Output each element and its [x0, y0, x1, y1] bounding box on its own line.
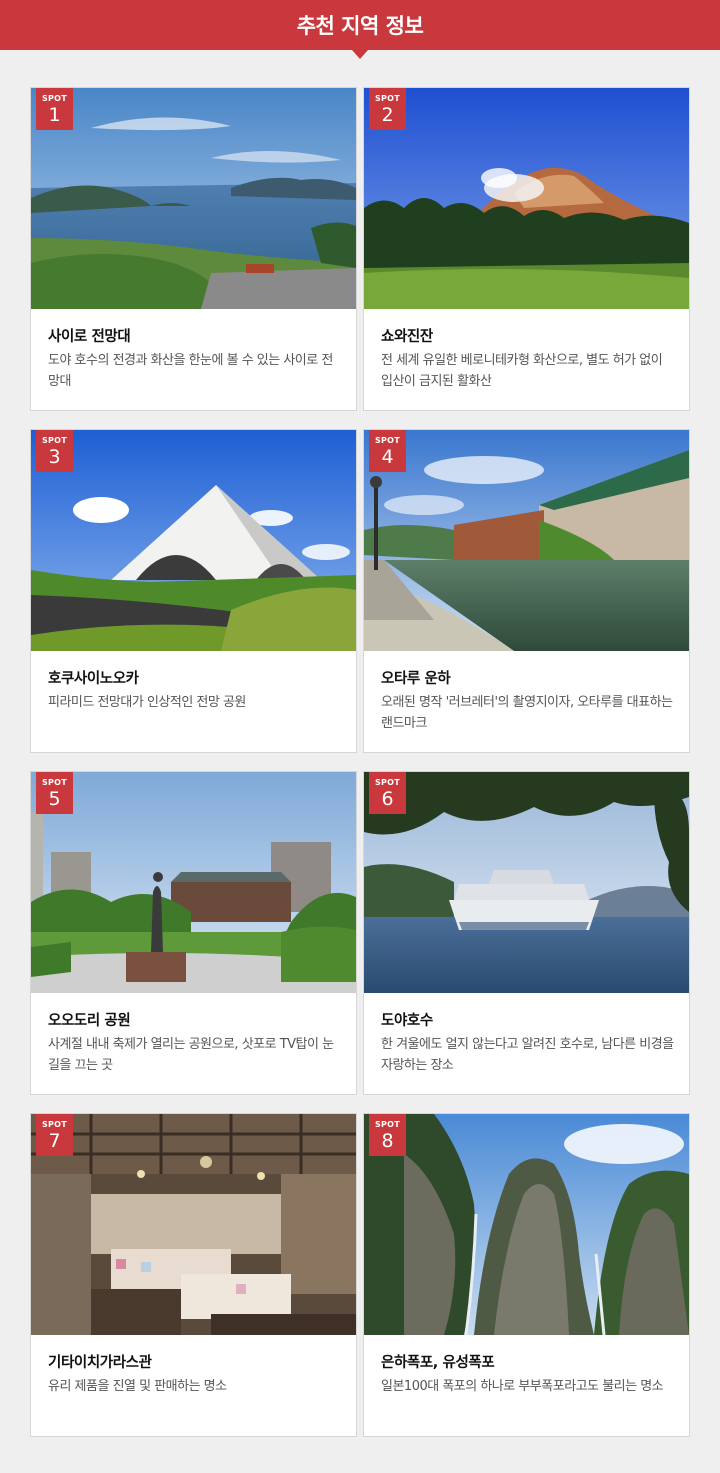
spot-title: 오오도리 공원	[48, 1013, 131, 1029]
spot-badge: SPOT 2	[369, 88, 406, 130]
spot-description: 오래된 명작 '러브레터'의 촬영지이자, 오타루를 대표하는 랜드마크	[381, 695, 673, 731]
spot-badge: SPOT 4	[369, 430, 406, 472]
spot-description: 도야 호수의 전경과 화산을 한눈에 볼 수 있는 사이로 전망대	[48, 353, 333, 389]
spot-title: 도야호수	[381, 1013, 433, 1029]
spot-badge-number: 1	[48, 104, 61, 126]
spot-description: 한 겨울에도 얼지 않는다고 알려진 호수로, 남다른 비경을 자랑하는 장소	[381, 1037, 674, 1073]
spot-badge: SPOT 3	[36, 430, 73, 472]
spot-title: 오타루 운하	[381, 671, 451, 687]
spot-badge: SPOT 5	[36, 772, 73, 814]
spot-badge-label: SPOT	[374, 778, 401, 787]
spot-badge-number: 6	[381, 788, 394, 810]
spot-card-6[interactable]: SPOT 6 도야호수 한 겨울에도 얼지 않는다고 알려진 호수로, 남다른 …	[363, 771, 690, 1095]
section-title: 추천 지역 정보	[296, 14, 424, 38]
spot-badge-label: SPOT	[374, 436, 401, 445]
spot-badge-label: SPOT	[41, 94, 68, 103]
spot-card-7[interactable]: SPOT 7 기타이치가라스관 유리 제품을 진열 및 판매하는 명소	[30, 1113, 357, 1437]
spot-photo-lake-cruise	[364, 772, 689, 993]
spot-title: 쇼와진잔	[381, 329, 433, 345]
header-pointer	[352, 50, 368, 59]
spot-photo-pyramid-observatory	[31, 430, 356, 651]
spot-description: 피라미드 전망대가 인상적인 전망 공원	[48, 695, 246, 710]
spot-title: 호쿠사이노오카	[48, 671, 139, 687]
spot-badge-label: SPOT	[41, 436, 68, 445]
spot-badge-label: SPOT	[41, 778, 68, 787]
spot-badge-label: SPOT	[374, 94, 401, 103]
spot-card-1[interactable]: SPOT 1 사이로 전망대 도야 호수의 전경과 화산을 한눈에 볼 수 있는…	[30, 87, 357, 411]
spot-photo-canal	[364, 430, 689, 651]
spot-photo-park	[31, 772, 356, 993]
spot-badge-number: 5	[48, 788, 61, 810]
spot-badge-label: SPOT	[374, 1120, 401, 1129]
spot-badge-number: 3	[48, 446, 61, 468]
spot-description: 전 세계 유일한 베로니테카형 화산으로, 별도 허가 없이 입산이 금지된 활…	[381, 353, 663, 389]
section-header: 추천 지역 정보	[0, 0, 720, 50]
spot-badge: SPOT 7	[36, 1114, 73, 1156]
spot-title: 사이로 전망대	[48, 329, 131, 345]
spot-badge-number: 7	[48, 1130, 61, 1152]
spot-badge-label: SPOT	[41, 1120, 68, 1129]
spot-card-4[interactable]: SPOT 4 오타루 운하 오래된 명작 '러브레터'의 촬영지이자, 오타루를…	[363, 429, 690, 753]
spot-photo-waterfalls	[364, 1114, 689, 1335]
spot-badge-number: 4	[381, 446, 394, 468]
spot-description: 유리 제품을 진열 및 판매하는 명소	[48, 1379, 227, 1394]
spot-card-8[interactable]: SPOT 8 은하폭포, 유성폭포 일본100대 폭포의 하나로 부부폭포라고도…	[363, 1113, 690, 1437]
spot-photo-glass-shop	[31, 1114, 356, 1335]
spot-title: 기타이치가라스관	[48, 1355, 152, 1371]
spot-badge: SPOT 6	[369, 772, 406, 814]
spot-badge: SPOT 1	[36, 88, 73, 130]
spot-badge-number: 2	[381, 104, 394, 126]
spot-photo-volcano	[364, 88, 689, 309]
spot-badge: SPOT 8	[369, 1114, 406, 1156]
spot-card-3[interactable]: SPOT 3 호쿠사이노오카 피라미드 전망대가 인상적인 전망 공원	[30, 429, 357, 753]
spot-badge-number: 8	[381, 1130, 394, 1152]
spot-card-2[interactable]: SPOT 2 쇼와진잔 전 세계 유일한 베로니테카형 화산으로, 별도 허가 …	[363, 87, 690, 411]
spot-title: 은하폭포, 유성폭포	[381, 1355, 495, 1371]
spot-description: 사계절 내내 축제가 열리는 공원으로, 삿포로 TV탑이 눈길을 끄는 곳	[48, 1037, 334, 1073]
spot-card-5[interactable]: SPOT 5 오오도리 공원 사계절 내내 축제가 열리는 공원으로, 삿포로 …	[30, 771, 357, 1095]
spot-description: 일본100대 폭포의 하나로 부부폭포라고도 불리는 명소	[381, 1379, 664, 1394]
spot-photo-lake-overlook	[31, 88, 356, 309]
